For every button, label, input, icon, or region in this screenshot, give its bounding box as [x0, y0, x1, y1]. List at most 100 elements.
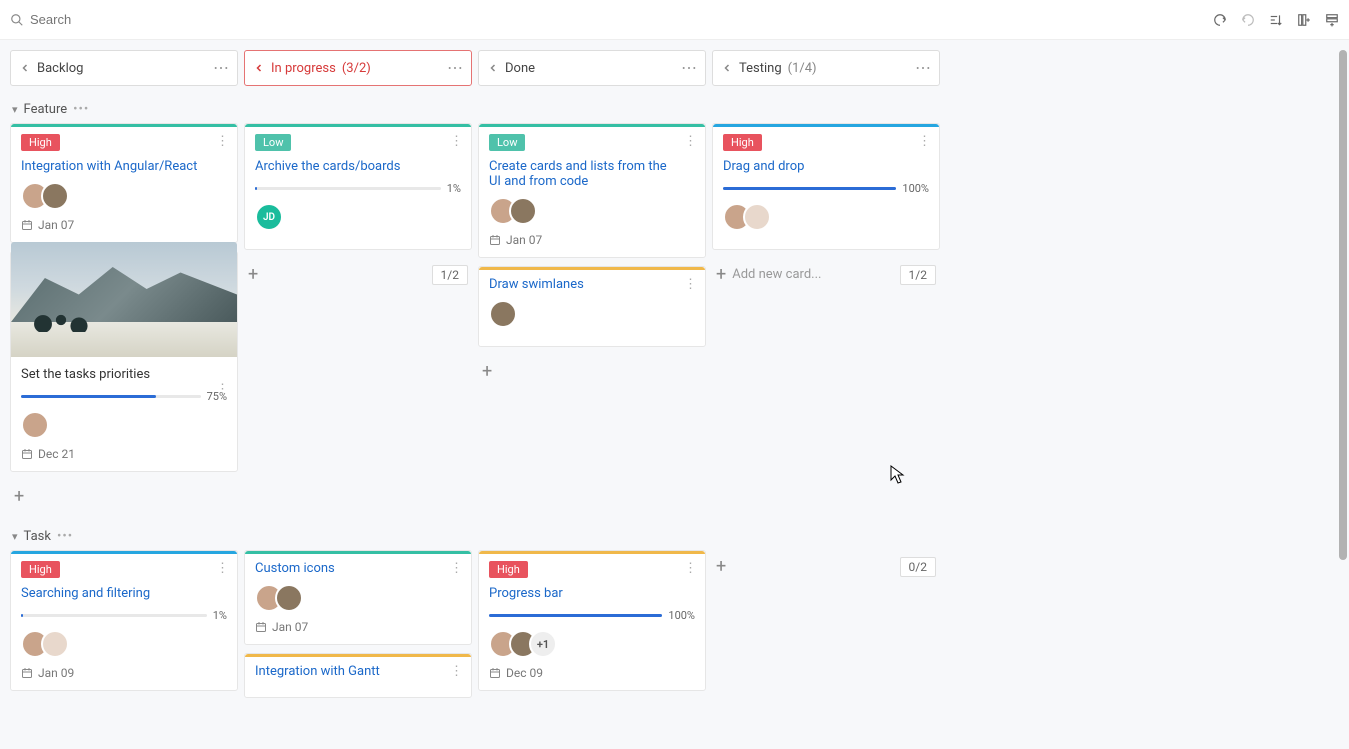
card-more-icon[interactable]: ⋮ — [216, 134, 229, 149]
avatars — [489, 197, 695, 225]
progress-row: 1% — [255, 182, 461, 195]
avatar-more[interactable]: +1 — [529, 630, 557, 658]
card-more-icon[interactable]: ⋮ — [684, 561, 697, 576]
board-area: Backlog ⋯ In progress (3/2) ⋯ Done ⋯ Tes… — [0, 40, 1349, 749]
date-row: Jan 07 — [255, 620, 461, 634]
swimlane-header-feature[interactable]: ▾ Feature ••• — [0, 96, 1349, 123]
card-more-icon[interactable]: ⋮ — [450, 561, 463, 576]
avatar[interactable] — [275, 584, 303, 612]
card-more-icon[interactable]: ⋮ — [450, 664, 463, 679]
column-title: Done — [505, 61, 535, 76]
card-archive[interactable]: Low ⋮ Archive the cards/boards 1% JD — [244, 123, 472, 250]
card-title[interactable]: Progress bar — [489, 586, 695, 601]
add-row-icon[interactable] — [1325, 12, 1339, 27]
swimlane-more-icon[interactable]: ••• — [57, 529, 73, 544]
avatar[interactable] — [41, 630, 69, 658]
lane-task-done: High ⋮ Progress bar 100% +1 Dec 09 — [478, 550, 706, 691]
avatars: +1 — [489, 630, 695, 658]
scroll-thumb[interactable] — [1339, 50, 1347, 560]
card-title[interactable]: Custom icons — [255, 561, 461, 576]
card-more-icon[interactable]: ⋮ — [684, 134, 697, 149]
card-more-icon[interactable]: ⋮ — [216, 382, 229, 397]
card-title-text: Set the tasks priorities — [21, 367, 150, 382]
undo-icon[interactable] — [1213, 12, 1227, 27]
calendar-icon — [21, 219, 33, 231]
chevron-left-icon — [253, 62, 265, 74]
search-icon — [10, 13, 24, 27]
card-title[interactable]: Searching and filtering — [21, 586, 227, 601]
card-title[interactable]: Integration with Gantt — [255, 664, 461, 679]
card-title[interactable]: Create cards and lists from the UI and f… — [489, 159, 695, 189]
date-row: Jan 09 — [21, 666, 227, 680]
swimlane-header-task[interactable]: ▾ Task ••• — [0, 523, 1349, 550]
card-progress-bar[interactable]: High ⋮ Progress bar 100% +1 Dec 09 — [478, 550, 706, 691]
card-top-stripe — [245, 551, 471, 554]
column-more-icon[interactable]: ⋯ — [447, 60, 463, 76]
chevron-left-icon — [721, 62, 733, 74]
lane-footer: + — [478, 355, 706, 388]
card-integration-angular[interactable]: High ⋮ Integration with Angular/React Ja… — [10, 123, 238, 243]
column-header-done[interactable]: Done ⋯ — [478, 50, 706, 86]
lane-feature-inprogress: Low ⋮ Archive the cards/boards 1% JD + 1… — [244, 123, 472, 291]
lane-task-testing: + 0/2 — [712, 550, 940, 583]
progress-bar — [21, 614, 207, 617]
chevron-down-icon: ▾ — [12, 103, 18, 116]
add-column-icon[interactable] — [1297, 12, 1311, 27]
card-title[interactable]: Drag and drop — [723, 159, 929, 174]
feature-lanes: High ⋮ Integration with Angular/React Ja… — [0, 123, 1349, 523]
progress-bar — [723, 187, 896, 190]
card-title[interactable]: Archive the cards/boards — [255, 159, 461, 174]
vertical-scrollbar[interactable] — [1339, 40, 1347, 749]
card-set-priorities[interactable]: ⋮ Set the tasks priorities 75% Dec 21 — [10, 251, 238, 472]
redo-icon[interactable] — [1241, 12, 1255, 27]
swimlane-more-icon[interactable]: ••• — [73, 102, 89, 117]
chevron-down-icon: ▾ — [12, 530, 18, 543]
date-row: Jan 07 — [489, 233, 695, 247]
sort-icon[interactable] — [1269, 12, 1283, 27]
column-more-icon[interactable]: ⋯ — [915, 60, 931, 76]
avatar[interactable] — [21, 411, 49, 439]
column-header-testing[interactable]: Testing (1/4) ⋯ — [712, 50, 940, 86]
card-search-filter[interactable]: High ⋮ Searching and filtering 1% Jan 09 — [10, 550, 238, 691]
add-card-button[interactable]: + — [716, 556, 726, 577]
column-more-icon[interactable]: ⋯ — [681, 60, 697, 76]
column-header-inprogress[interactable]: In progress (3/2) ⋯ — [244, 50, 472, 86]
card-more-icon[interactable]: ⋮ — [216, 561, 229, 576]
add-card-label: Add new card... — [732, 267, 821, 282]
column-more-icon[interactable]: ⋯ — [213, 60, 229, 76]
progress-pct: 1% — [213, 609, 227, 622]
column-header-backlog[interactable]: Backlog ⋯ — [10, 50, 238, 86]
add-card-button[interactable]: + — [482, 361, 492, 382]
progress-bar — [255, 187, 441, 190]
card-custom-icons[interactable]: ⋮ Custom icons Jan 07 — [244, 550, 472, 645]
card-more-icon[interactable]: ⋮ — [918, 134, 931, 149]
column-title: Backlog — [37, 61, 83, 76]
card-title[interactable]: Integration with Angular/React — [21, 159, 227, 174]
card-more-icon[interactable]: ⋮ — [684, 277, 697, 292]
card-title[interactable]: Draw swimlanes — [489, 277, 695, 292]
card-create-cards[interactable]: Low ⋮ Create cards and lists from the UI… — [478, 123, 706, 258]
avatar[interactable] — [41, 182, 69, 210]
date-row: Dec 21 — [21, 447, 227, 461]
column-count: (1/4) — [788, 61, 817, 76]
card-title[interactable]: Set the tasks priorities — [21, 367, 227, 382]
card-draw-swimlanes[interactable]: ⋮ Draw swimlanes — [478, 266, 706, 347]
card-more-icon[interactable]: ⋮ — [450, 134, 463, 149]
avatar[interactable] — [509, 197, 537, 225]
topbar — [0, 0, 1349, 40]
column-count: (3/2) — [342, 61, 371, 76]
add-card-button[interactable]: + — [248, 264, 258, 285]
card-integration-gantt[interactable]: ⋮ Integration with Gantt — [244, 653, 472, 698]
avatar[interactable] — [489, 300, 517, 328]
avatar-initials[interactable]: JD — [255, 203, 283, 231]
add-card-button[interactable]: +Add new card... — [716, 264, 821, 285]
column-headers-row: Backlog ⋯ In progress (3/2) ⋯ Done ⋯ Tes… — [0, 40, 1349, 96]
card-top-stripe — [479, 551, 705, 554]
add-card-button[interactable]: + — [14, 486, 24, 507]
lane-counter: 0/2 — [900, 557, 936, 577]
card-drag-drop[interactable]: High ⋮ Drag and drop 100% — [712, 123, 940, 250]
avatars — [21, 182, 227, 210]
search-input[interactable] — [30, 12, 230, 27]
avatar[interactable] — [743, 203, 771, 231]
chevron-left-icon — [487, 62, 499, 74]
